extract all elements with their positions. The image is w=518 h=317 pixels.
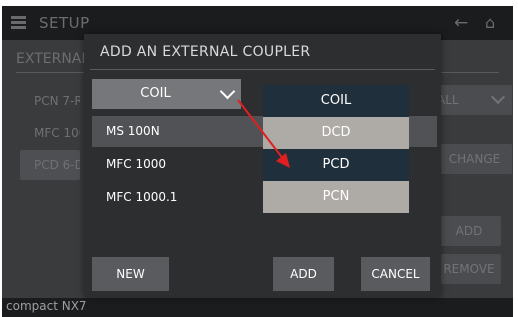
dropdown-option-dcd[interactable]: DCD [263,117,409,149]
dialog-divider [90,69,435,70]
remove-button[interactable]: REMOVE [437,254,501,284]
menu-icon[interactable] [11,16,26,30]
change-button[interactable]: CHANGE [437,144,512,174]
add-button[interactable]: ADD [437,216,501,246]
back-arrow-icon[interactable]: ← [454,13,468,33]
dropdown-option-coil[interactable]: COIL [263,85,409,117]
device-name: compact NX7 [6,299,87,313]
coupler-type-dropdown-list: COIL DCD PCD PCN [263,85,409,213]
coupler-row[interactable]: PCN 7-R [20,86,80,116]
coupler-row[interactable]: MFC 1000 [20,118,80,148]
chevron-down-icon [490,89,506,105]
status-bar: compact NX7 [2,298,513,317]
page-title: SETUP [39,14,90,32]
coupler-type-value: COIL [140,86,171,101]
filter-dropdown[interactable]: ALL [437,85,512,115]
home-icon[interactable]: ⌂ [485,13,495,32]
cancel-button[interactable]: CANCEL [361,257,430,291]
dialog-title: ADD AN EXTERNAL COUPLER [100,44,311,60]
new-button[interactable]: NEW [92,257,169,291]
coupler-row-selected[interactable]: PCD 6-DC [20,150,80,180]
coupler-type-select[interactable]: COIL [92,79,241,109]
chevron-down-icon [219,83,236,100]
dropdown-option-pcn[interactable]: PCN [263,181,409,213]
dropdown-option-pcd[interactable]: PCD [263,149,409,181]
add-button[interactable]: ADD [273,257,334,291]
